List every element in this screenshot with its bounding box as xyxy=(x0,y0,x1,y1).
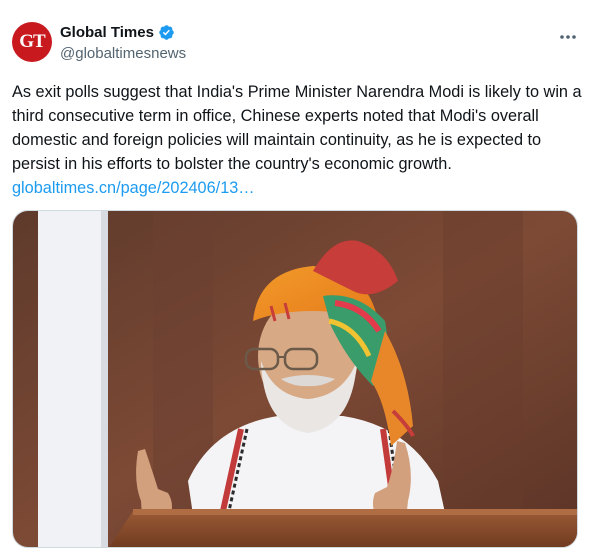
photo-illustration xyxy=(13,211,577,547)
verified-badge-icon xyxy=(159,25,174,40)
avatar-initials: GT xyxy=(19,31,45,52)
tweet-text: As exit polls suggest that India's Prime… xyxy=(12,80,582,200)
author-name-row: Global Times xyxy=(60,24,175,41)
more-horizontal-icon xyxy=(560,35,576,39)
author-handle[interactable]: @globaltimesnews xyxy=(60,45,186,62)
tweet-link[interactable]: globaltimes.cn/page/202406/13… xyxy=(12,179,255,197)
tweet-body: As exit polls suggest that India's Prime… xyxy=(12,83,582,173)
display-name[interactable]: Global Times xyxy=(60,24,154,41)
tweet-media-photo[interactable] xyxy=(12,210,578,548)
more-options-button[interactable] xyxy=(552,28,584,46)
avatar[interactable]: GT xyxy=(12,22,52,62)
